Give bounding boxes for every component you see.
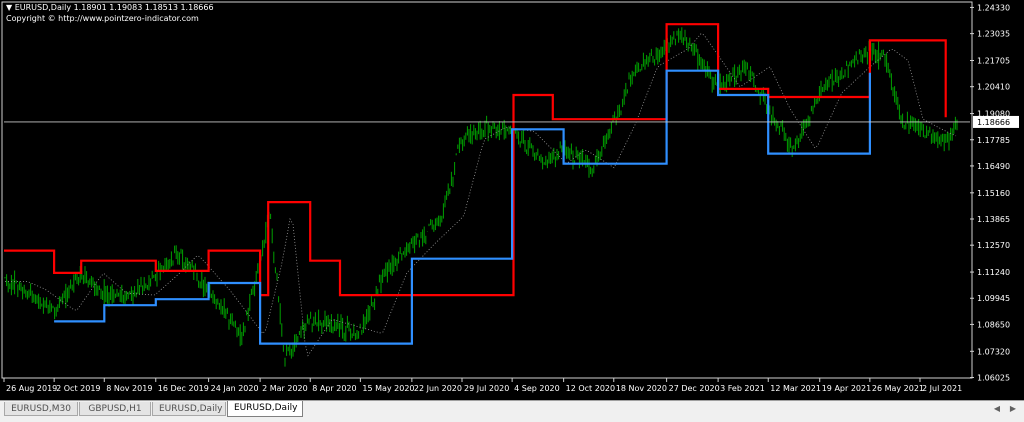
- price-chart[interactable]: 1.243301.230351.217051.204101.190801.177…: [0, 0, 1024, 400]
- y-tick-label: 1.12570: [977, 241, 1010, 250]
- y-tick-label: 1.11240: [977, 268, 1010, 277]
- tab-gbpusd-h1[interactable]: GBPUSD,H1: [79, 402, 151, 416]
- y-tick-label: 1.06025: [977, 373, 1010, 382]
- y-tick-label: 1.17785: [977, 136, 1010, 145]
- x-tick-label: 12 Mar 2021: [770, 384, 821, 393]
- y-tick-label: 1.23035: [977, 30, 1010, 39]
- x-tick-label: 2 Oct 2019: [56, 384, 100, 393]
- x-tick-label: 3 Feb 2021: [720, 384, 765, 393]
- x-tick-label: 26 May 2021: [872, 384, 924, 393]
- chart-title: ▼ EURUSD,Daily 1.18901 1.19083 1.18513 1…: [6, 3, 214, 13]
- tab-eurusd-m30[interactable]: EURUSD,M30: [4, 402, 78, 416]
- x-tick-label: 29 Jul 2020: [464, 384, 509, 393]
- scroll-right-icon[interactable]: ▶: [1008, 403, 1018, 415]
- x-tick-label: 4 Sep 2020: [514, 384, 560, 393]
- x-tick-label: 19 Apr 2021: [822, 384, 871, 393]
- x-tick-label: 2 Mar 2020: [262, 384, 308, 393]
- x-tick-label: 8 Nov 2019: [106, 384, 152, 393]
- x-tick-label: 26 Aug 2019: [6, 384, 57, 393]
- y-tick-label: 1.16490: [977, 162, 1010, 171]
- current-price-label: 1.18666: [977, 118, 1010, 127]
- y-tick-label: 1.15160: [977, 189, 1010, 198]
- x-tick-label: 27 Dec 2020: [669, 384, 720, 393]
- x-tick-label: 12 Oct 2020: [566, 384, 615, 393]
- x-tick-label: 8 Apr 2020: [312, 384, 356, 393]
- x-tick-label: 22 Jun 2020: [414, 384, 462, 393]
- y-tick-label: 1.24330: [977, 3, 1010, 12]
- y-tick-label: 1.07320: [977, 347, 1010, 356]
- chart-tabs-bar: EURUSD,M30 GBPUSD,H1 EURUSD,Daily EURUSD…: [0, 400, 1024, 422]
- symbol-price-line: EURUSD,Daily 1.18901 1.19083 1.18513 1.1…: [14, 3, 214, 12]
- x-tick-label: 24 Jan 2020: [211, 384, 259, 393]
- chart-menu-triangle-icon[interactable]: ▼: [6, 3, 12, 12]
- trading-terminal-window: 1.24330 1.23035 1.21705 1.20410 1.19080 1.177…: [0, 0, 1024, 422]
- x-tick-label: 18 Nov 2020: [616, 384, 667, 393]
- tab-eurusd-daily[interactable]: EURUSD,Daily: [152, 402, 226, 416]
- copyright-text: Copyright © http://www.pointzero-indicat…: [6, 14, 199, 23]
- y-tick-label: 1.13865: [977, 215, 1010, 224]
- x-tick-label: 2 Jul 2021: [922, 384, 962, 393]
- y-tick-label: 1.08650: [977, 320, 1010, 329]
- x-tick-label: 16 Dec 2019: [158, 384, 209, 393]
- y-tick-label: 1.20410: [977, 83, 1010, 92]
- scroll-left-icon[interactable]: ◀: [992, 403, 1002, 415]
- tab-eurusd-daily-active[interactable]: EURUSD,Daily: [227, 401, 303, 417]
- y-tick-label: 1.09945: [977, 294, 1010, 303]
- x-tick-label: 15 May 2020: [362, 384, 414, 393]
- y-tick-label: 1.21705: [977, 57, 1010, 66]
